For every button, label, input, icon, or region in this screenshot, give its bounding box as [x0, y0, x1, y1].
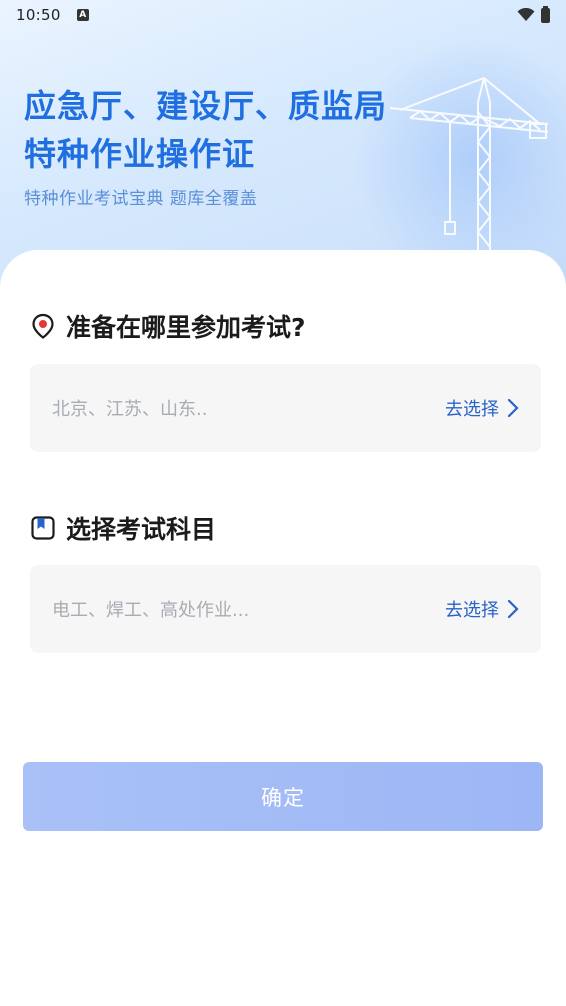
subject-choose-link[interactable]: 去选择	[445, 596, 519, 622]
chevron-right-icon	[507, 599, 519, 619]
status-icons	[517, 5, 550, 23]
status-bar: 10:50 A	[0, 0, 566, 30]
hero-title-line2: 特种作业操作证	[24, 135, 256, 173]
location-choose-link[interactable]: 去选择	[445, 395, 519, 421]
subject-choose-label: 去选择	[445, 600, 499, 621]
subject-title-text: 选择考试科目	[66, 515, 217, 544]
subject-section-title: 选择考试科目	[30, 510, 216, 546]
screen: 应急厅、建设厅、质监局 特种作业操作证 特种作业考试宝典 题库全覆盖 10:50…	[0, 0, 566, 1006]
location-title-text: 准备在哪里参加考试?	[66, 313, 306, 342]
wifi-icon	[517, 8, 535, 21]
location-select[interactable]: 北京、江苏、山东.. 去选择	[30, 364, 541, 452]
location-pin-icon	[32, 313, 54, 339]
tower-crane-icon	[390, 77, 549, 252]
content-card: 准备在哪里参加考试? 北京、江苏、山东.. 去选择 选择考试科目 电工、焊工、高…	[0, 250, 566, 1006]
location-placeholder: 北京、江苏、山东..	[52, 399, 208, 420]
status-time: 10:50	[16, 6, 61, 24]
confirm-button[interactable]: 确定	[23, 762, 543, 831]
bookmark-icon	[31, 516, 55, 540]
a-letter-icon: A	[76, 9, 89, 21]
hero-title: 应急厅、建设厅、质监局 特种作业操作证	[24, 82, 387, 178]
subject-select[interactable]: 电工、焊工、高处作业... 去选择	[30, 565, 541, 653]
location-section-title: 准备在哪里参加考试?	[30, 308, 306, 344]
battery-icon	[541, 5, 550, 23]
chevron-right-icon	[507, 398, 519, 418]
location-choose-label: 去选择	[445, 399, 499, 420]
subject-placeholder: 电工、焊工、高处作业...	[52, 600, 250, 621]
hero-subtitle: 特种作业考试宝典 题库全覆盖	[24, 189, 258, 209]
hero-title-line1: 应急厅、建设厅、质监局	[24, 87, 388, 125]
